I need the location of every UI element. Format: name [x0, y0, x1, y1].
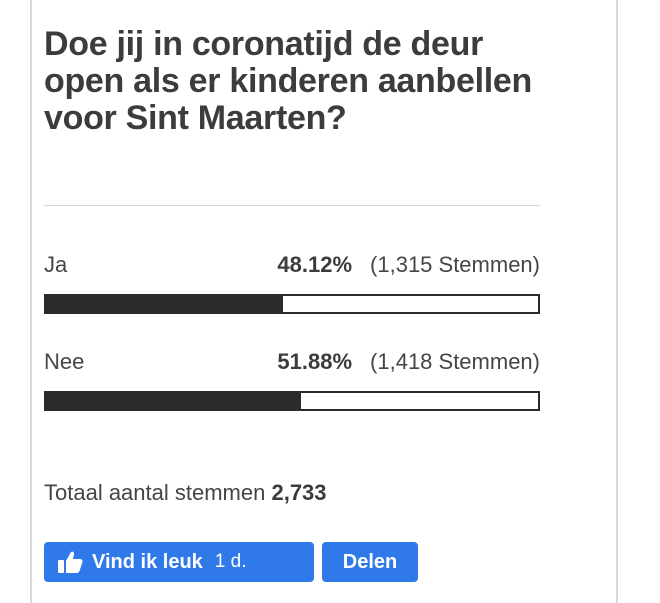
poll-option-nee: Nee 51.88% (1,418 Stemmen)	[44, 349, 540, 411]
poll-container: Doe jij in coronatijd de deur open als e…	[44, 26, 540, 137]
like-button[interactable]: Vind ik leuk 1 d.	[44, 542, 314, 582]
share-button-label: Delen	[342, 550, 398, 573]
option-progress-fill	[46, 296, 283, 312]
option-vote-count: (1,315 Stemmen)	[370, 252, 540, 277]
poll-option-ja: Ja 48.12% (1,315 Stemmen)	[44, 252, 540, 314]
option-progress-bar	[44, 294, 540, 314]
poll-question: Doe jij in coronatijd de deur open als e…	[44, 25, 532, 137]
option-vote-count: (1,418 Stemmen)	[370, 349, 540, 374]
option-percentage: 51.88%	[277, 349, 353, 374]
option-progress-bar	[44, 391, 540, 411]
thumbs-up-icon	[56, 548, 84, 576]
option-header: Nee 51.88% (1,418 Stemmen)	[44, 349, 540, 381]
option-label: Nee	[44, 349, 85, 374]
total-votes: Totaal aantal stemmen 2,733	[44, 480, 327, 506]
like-button-label: Vind ik leuk	[92, 550, 203, 573]
option-label: Ja	[44, 252, 68, 277]
total-votes-label: Totaal aantal stemmen	[44, 480, 266, 505]
total-votes-value: 2,733	[271, 480, 327, 505]
divider	[44, 205, 540, 206]
option-percentage: 48.12%	[277, 252, 353, 277]
option-progress-fill	[46, 393, 302, 409]
like-time: 1 d.	[214, 551, 247, 572]
share-button[interactable]: Delen	[322, 542, 418, 582]
option-header: Ja 48.12% (1,315 Stemmen)	[44, 252, 540, 284]
